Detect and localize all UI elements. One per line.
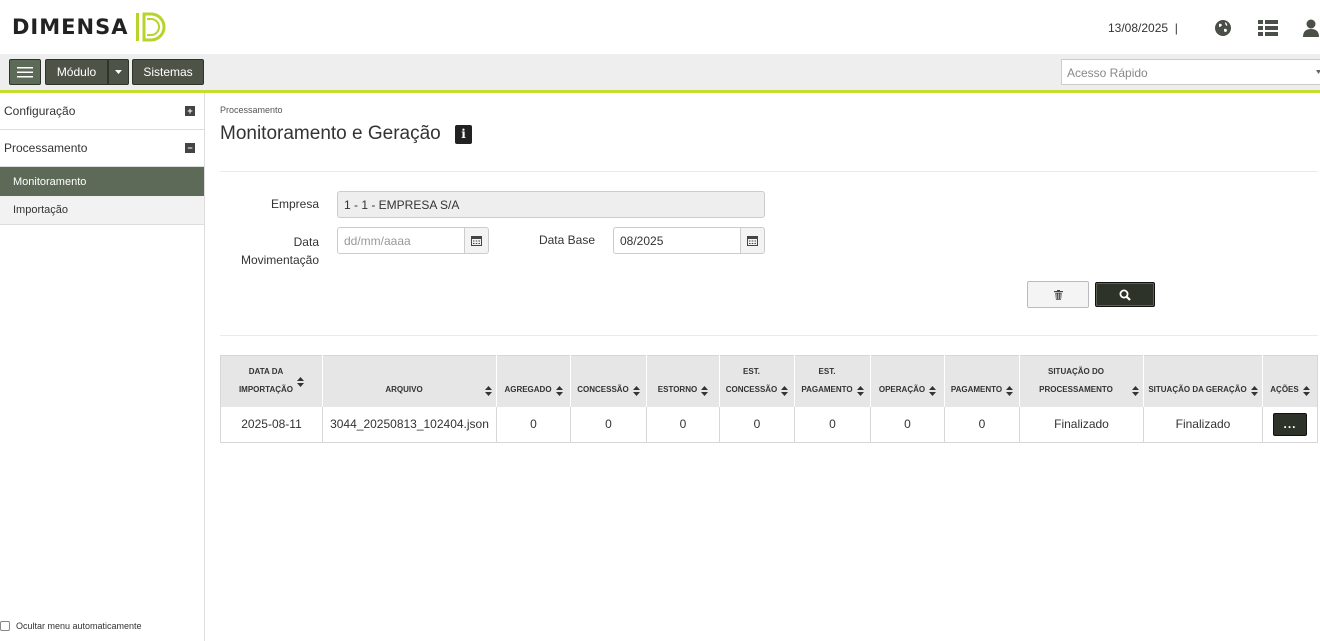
sort-icon[interactable]: [781, 385, 789, 397]
calendar-icon[interactable]: [740, 227, 765, 254]
data-base-input[interactable]: 08/2025: [613, 227, 741, 254]
column-header-est-pagamento[interactable]: EST. PAGAMENTO: [794, 355, 871, 407]
user-icon[interactable]: [1300, 17, 1320, 39]
sidebar-subitem-importacao[interactable]: Importação: [0, 196, 204, 225]
cell-agregado: 0: [496, 406, 571, 443]
sistemas-label: Sistemas: [143, 65, 193, 79]
top-header: DIMENSA 13/08/2025 |: [0, 0, 1320, 54]
sort-icon[interactable]: [555, 385, 563, 397]
cell-estorno: 0: [646, 406, 720, 443]
data-movimentacao-label: Data Movimentação: [240, 235, 319, 267]
divider: [220, 335, 1318, 336]
sidebar-item-label: Configuração: [4, 104, 76, 118]
sort-icon[interactable]: [297, 376, 305, 388]
calendar-icon[interactable]: [464, 227, 489, 254]
column-header-data-importacao[interactable]: DATA DA IMPORTAÇÃO: [220, 355, 323, 407]
sidebar-subitem-label: Monitoramento: [13, 175, 87, 188]
collapse-icon[interactable]: −: [185, 143, 195, 153]
cell-situacao-geracao: Finalizado: [1143, 406, 1263, 443]
data-base-label: Data Base: [538, 233, 595, 247]
sort-icon[interactable]: [1132, 385, 1139, 397]
column-header-concessao[interactable]: CONCESSÃO: [570, 355, 647, 407]
list-icon[interactable]: [1257, 17, 1279, 39]
column-header-situacao-processamento[interactable]: SITUAÇÃO DO PROCESSAMENTO: [1019, 355, 1144, 407]
info-icon[interactable]: i: [455, 125, 472, 144]
results-table: DATA DA IMPORTAÇÃO ARQUIVO AGREGADO CONCE…: [220, 355, 1318, 443]
hamburger-icon: [17, 66, 33, 77]
sort-icon[interactable]: [1302, 385, 1310, 397]
empresa-label: Empresa: [270, 197, 319, 211]
auto-hide-menu-toggle[interactable]: Ocultar menu automaticamente: [0, 621, 142, 631]
breadcrumb[interactable]: Processamento: [220, 105, 283, 115]
sort-icon[interactable]: [929, 385, 937, 397]
column-header-pagamento[interactable]: PAGAMENTO: [944, 355, 1020, 407]
cell-concessao: 0: [570, 406, 647, 443]
divider: [220, 171, 1318, 172]
actions-menu-button[interactable]: ...: [1273, 412, 1307, 436]
column-header-situacao-geracao[interactable]: SITUAÇÃO DA GERAÇÃO: [1143, 355, 1263, 407]
cell-est-concessao: 0: [719, 406, 795, 443]
modulo-dropdown-button[interactable]: [108, 59, 129, 85]
cell-pagamento: 0: [944, 406, 1020, 443]
sort-icon[interactable]: [1006, 385, 1014, 397]
column-header-estorno[interactable]: ESTORNO: [646, 355, 720, 407]
cell-acoes: ...: [1262, 406, 1318, 443]
data-movimentacao-input[interactable]: dd/mm/aaaa: [337, 227, 465, 254]
table-header-row: DATA DA IMPORTAÇÃO ARQUIVO AGREGADO CONCE…: [220, 355, 1318, 407]
sort-icon[interactable]: [856, 385, 864, 397]
cell-data-importacao: 2025-08-11: [220, 406, 323, 443]
column-header-agregado[interactable]: AGREGADO: [496, 355, 571, 407]
sidebar-item-processamento[interactable]: Processamento −: [0, 130, 204, 167]
sistemas-button[interactable]: Sistemas: [132, 59, 204, 85]
cell-operacao: 0: [870, 406, 945, 443]
cell-situacao-processamento: Finalizado: [1019, 406, 1144, 443]
sidebar-item-label: Processamento: [4, 141, 88, 155]
sort-icon[interactable]: [485, 385, 492, 397]
column-header-acoes[interactable]: AÇÕES: [1262, 355, 1318, 407]
current-date: 13/08/2025 |: [1108, 21, 1178, 35]
clear-button[interactable]: [1027, 281, 1089, 308]
sidebar-item-configuracao[interactable]: Configuração +: [0, 93, 204, 130]
column-header-operacao[interactable]: OPERAÇÃO: [870, 355, 945, 407]
empresa-field[interactable]: 1 - 1 - EMPRESA S/A: [337, 191, 765, 218]
modulo-label: Módulo: [56, 65, 97, 79]
quick-access-input[interactable]: Acesso Rápido: [1061, 59, 1320, 85]
column-header-arquivo[interactable]: ARQUIVO: [322, 355, 497, 407]
search-icon: [1119, 289, 1131, 301]
sort-icon[interactable]: [632, 385, 640, 397]
sidebar-subitem-label: Importação: [13, 204, 69, 216]
sidebar: Configuração + Processamento − Monitoram…: [0, 93, 205, 641]
menu-toggle-button[interactable]: [9, 59, 41, 85]
page-title: Monitoramento e Geração: [220, 123, 441, 144]
dimensa-logo[interactable]: DIMENSA: [12, 10, 168, 44]
table-row[interactable]: 2025-08-11 3044_20250813_102404.json 0 0…: [220, 406, 1318, 443]
column-header-est-concessao[interactable]: EST. CONCESSÃO: [719, 355, 795, 407]
trash-icon: [1053, 289, 1063, 300]
auto-hide-label: Ocultar menu automaticamente: [16, 621, 142, 631]
sort-icon[interactable]: [1250, 385, 1258, 397]
expand-icon[interactable]: +: [185, 106, 195, 116]
cell-arquivo: 3044_20250813_102404.json: [322, 406, 497, 443]
globe-icon[interactable]: [1212, 17, 1234, 39]
sidebar-subitem-monitoramento[interactable]: Monitoramento: [0, 167, 204, 196]
cell-est-pagamento: 0: [794, 406, 871, 443]
quick-access-caret-icon[interactable]: [1316, 70, 1320, 74]
logo-mark-icon: [136, 12, 166, 42]
logo-text: DIMENSA: [12, 15, 129, 39]
sort-icon[interactable]: [701, 385, 709, 397]
quick-access-placeholder: Acesso Rápido: [1067, 66, 1148, 80]
auto-hide-checkbox[interactable]: [0, 621, 10, 631]
search-button[interactable]: [1095, 282, 1155, 307]
caret-down-icon: [115, 70, 122, 74]
modulo-button[interactable]: Módulo: [45, 59, 108, 85]
